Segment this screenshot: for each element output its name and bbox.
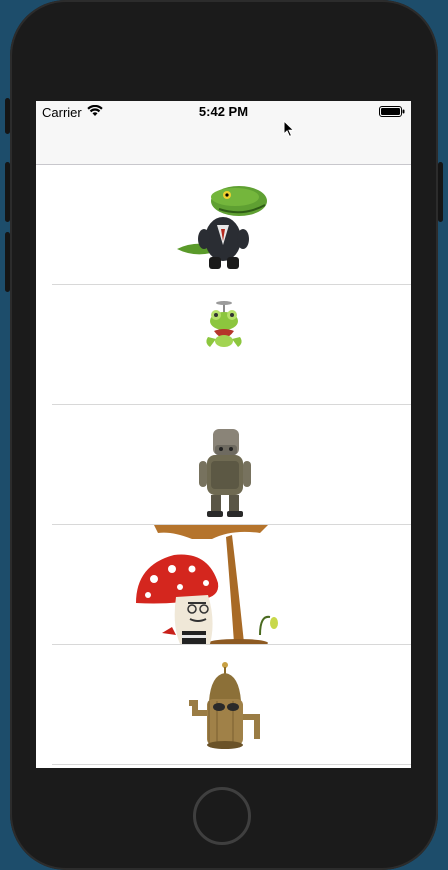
character-table	[36, 165, 411, 765]
volume-up-button	[5, 162, 10, 222]
rusty-robot-character	[199, 429, 251, 517]
table-row[interactable]	[36, 285, 411, 405]
mushroom-character-with-lamp	[136, 525, 278, 644]
status-bar: Carrier 5:42 PM	[36, 101, 411, 121]
table-row[interactable]	[36, 525, 411, 645]
home-button[interactable]	[193, 787, 251, 845]
table-row[interactable]	[36, 165, 411, 285]
battery-icon	[379, 106, 405, 117]
app-screen: Carrier 5:42 PM	[36, 101, 411, 768]
mouse-cursor-icon	[283, 120, 295, 138]
power-button	[438, 162, 443, 222]
wooden-pipe-robot-character	[189, 662, 260, 749]
table-row[interactable]	[36, 645, 411, 765]
table-row[interactable]	[36, 405, 411, 525]
status-time: 5:42 PM	[198, 104, 249, 119]
silent-switch	[5, 98, 10, 134]
frog-with-propeller-character	[206, 301, 242, 347]
volume-down-button	[5, 232, 10, 292]
row-separator	[52, 764, 411, 765]
crocodile-in-suit-character	[177, 186, 267, 269]
